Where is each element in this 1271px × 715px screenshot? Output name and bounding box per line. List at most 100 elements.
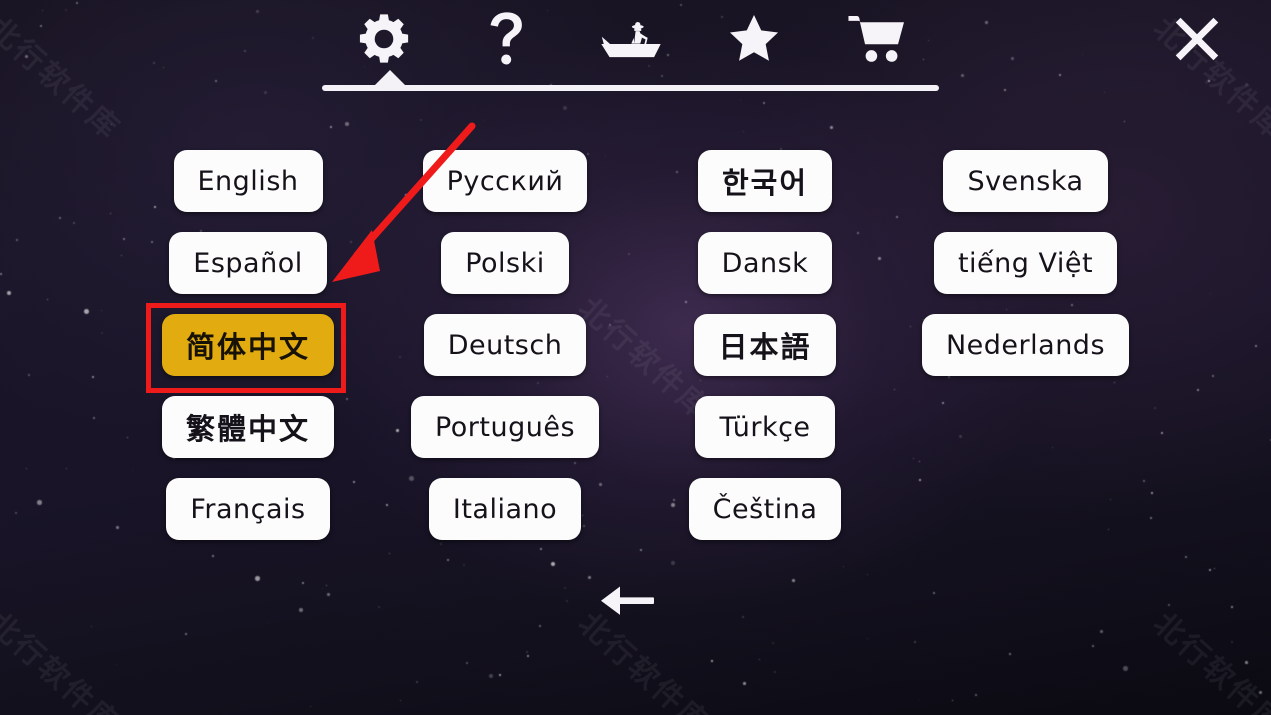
star	[1214, 568, 1216, 570]
star	[774, 671, 776, 673]
star	[330, 126, 333, 129]
language-button[interactable]: Español	[169, 232, 327, 294]
star	[740, 100, 742, 102]
close-button[interactable]	[1168, 10, 1226, 68]
tab-favorites[interactable]	[692, 0, 815, 78]
language-button[interactable]: Русский	[422, 150, 588, 212]
language-button[interactable]: Français	[166, 478, 330, 540]
language-button[interactable]: 한국어	[697, 150, 833, 212]
star	[322, 588, 324, 590]
star	[255, 576, 260, 581]
star	[772, 642, 774, 644]
tab-help[interactable]	[445, 0, 568, 78]
star	[1059, 74, 1062, 77]
language-button[interactable]: Português	[410, 396, 600, 458]
top-tab-bar	[322, 0, 939, 95]
star	[256, 10, 259, 13]
star	[42, 10, 44, 12]
language-button[interactable]: 日本語	[694, 314, 836, 376]
language-button[interactable]: Deutsch	[423, 314, 587, 376]
star	[1245, 83, 1248, 86]
star	[378, 606, 380, 608]
star	[711, 660, 713, 662]
star	[215, 80, 218, 83]
star	[551, 562, 556, 567]
star	[564, 587, 567, 590]
star	[185, 633, 187, 635]
star	[163, 67, 165, 69]
star	[759, 659, 761, 661]
star	[830, 126, 833, 129]
language-grid: English Español 简体中文繁體中文 Français Русский Po…	[0, 150, 1271, 560]
star	[116, 664, 118, 666]
star	[1011, 57, 1014, 60]
star	[244, 50, 246, 52]
language-column-4: Svenska tiếng Việt Nederlands	[918, 150, 1133, 376]
language-button[interactable]: Svenska	[943, 150, 1108, 212]
watermark-text: 北行软件库	[0, 605, 128, 715]
star	[539, 625, 542, 628]
language-button[interactable]: Italiano	[428, 478, 582, 540]
star	[1004, 89, 1007, 92]
tab-selected-indicator	[373, 70, 407, 87]
tab-underline	[322, 85, 939, 91]
tab-settings[interactable]	[322, 0, 445, 78]
star	[1259, 691, 1263, 695]
star	[268, 622, 270, 624]
star	[1082, 54, 1084, 56]
star	[489, 674, 493, 678]
tab-boat[interactable]	[569, 0, 692, 78]
star	[975, 694, 977, 696]
star	[588, 576, 592, 580]
star	[326, 585, 328, 587]
star	[25, 55, 28, 58]
language-button[interactable]: 繁體中文	[161, 396, 334, 458]
star	[1168, 604, 1171, 607]
language-button[interactable]: Nederlands	[921, 314, 1130, 376]
close-icon	[1175, 17, 1219, 61]
star	[463, 564, 465, 566]
star	[91, 626, 93, 628]
tab-shop[interactable]	[816, 0, 939, 78]
gear-icon	[359, 14, 408, 63]
language-column-3: 한국어 Dansk 日本語 Türkçe Čeština	[665, 150, 865, 540]
star	[111, 124, 112, 125]
game-language-settings-screen: 北行软件库 北行软件库 北行软件库 北行软件库 北行软件库 北行软件库 Engl…	[0, 0, 1271, 715]
watermark-text: 北行软件库	[0, 10, 128, 148]
star	[792, 579, 795, 582]
star	[843, 566, 845, 568]
language-button[interactable]: tiếng Việt	[933, 232, 1118, 294]
star	[919, 700, 921, 702]
language-button[interactable]: Türkçe	[695, 396, 835, 458]
star	[867, 638, 869, 640]
star	[416, 681, 418, 683]
star	[1124, 121, 1126, 123]
star	[952, 700, 954, 702]
star	[1245, 661, 1248, 664]
star	[1104, 92, 1106, 94]
language-button[interactable]: English	[173, 150, 323, 212]
star	[400, 700, 402, 702]
star	[743, 682, 746, 685]
star	[153, 62, 155, 64]
question-mark-icon	[490, 12, 522, 65]
language-button[interactable]: Polski	[441, 232, 569, 294]
star	[1092, 645, 1094, 647]
language-button[interactable]: 简体中文	[161, 314, 334, 376]
star	[312, 37, 314, 39]
star	[867, 574, 869, 576]
arrow-left-icon	[601, 586, 654, 615]
language-button[interactable]: Čeština	[688, 478, 842, 540]
back-button[interactable]	[596, 576, 660, 626]
star	[1100, 630, 1103, 633]
star	[466, 662, 468, 664]
star	[985, 21, 988, 24]
star	[76, 2, 79, 5]
star	[264, 91, 267, 94]
language-column-2: Русский Polski Deutsch Português Italiano	[405, 150, 605, 540]
star	[299, 608, 303, 612]
star	[1209, 569, 1212, 572]
language-button[interactable]: Dansk	[697, 232, 833, 294]
star	[526, 651, 529, 654]
star	[1123, 666, 1128, 671]
